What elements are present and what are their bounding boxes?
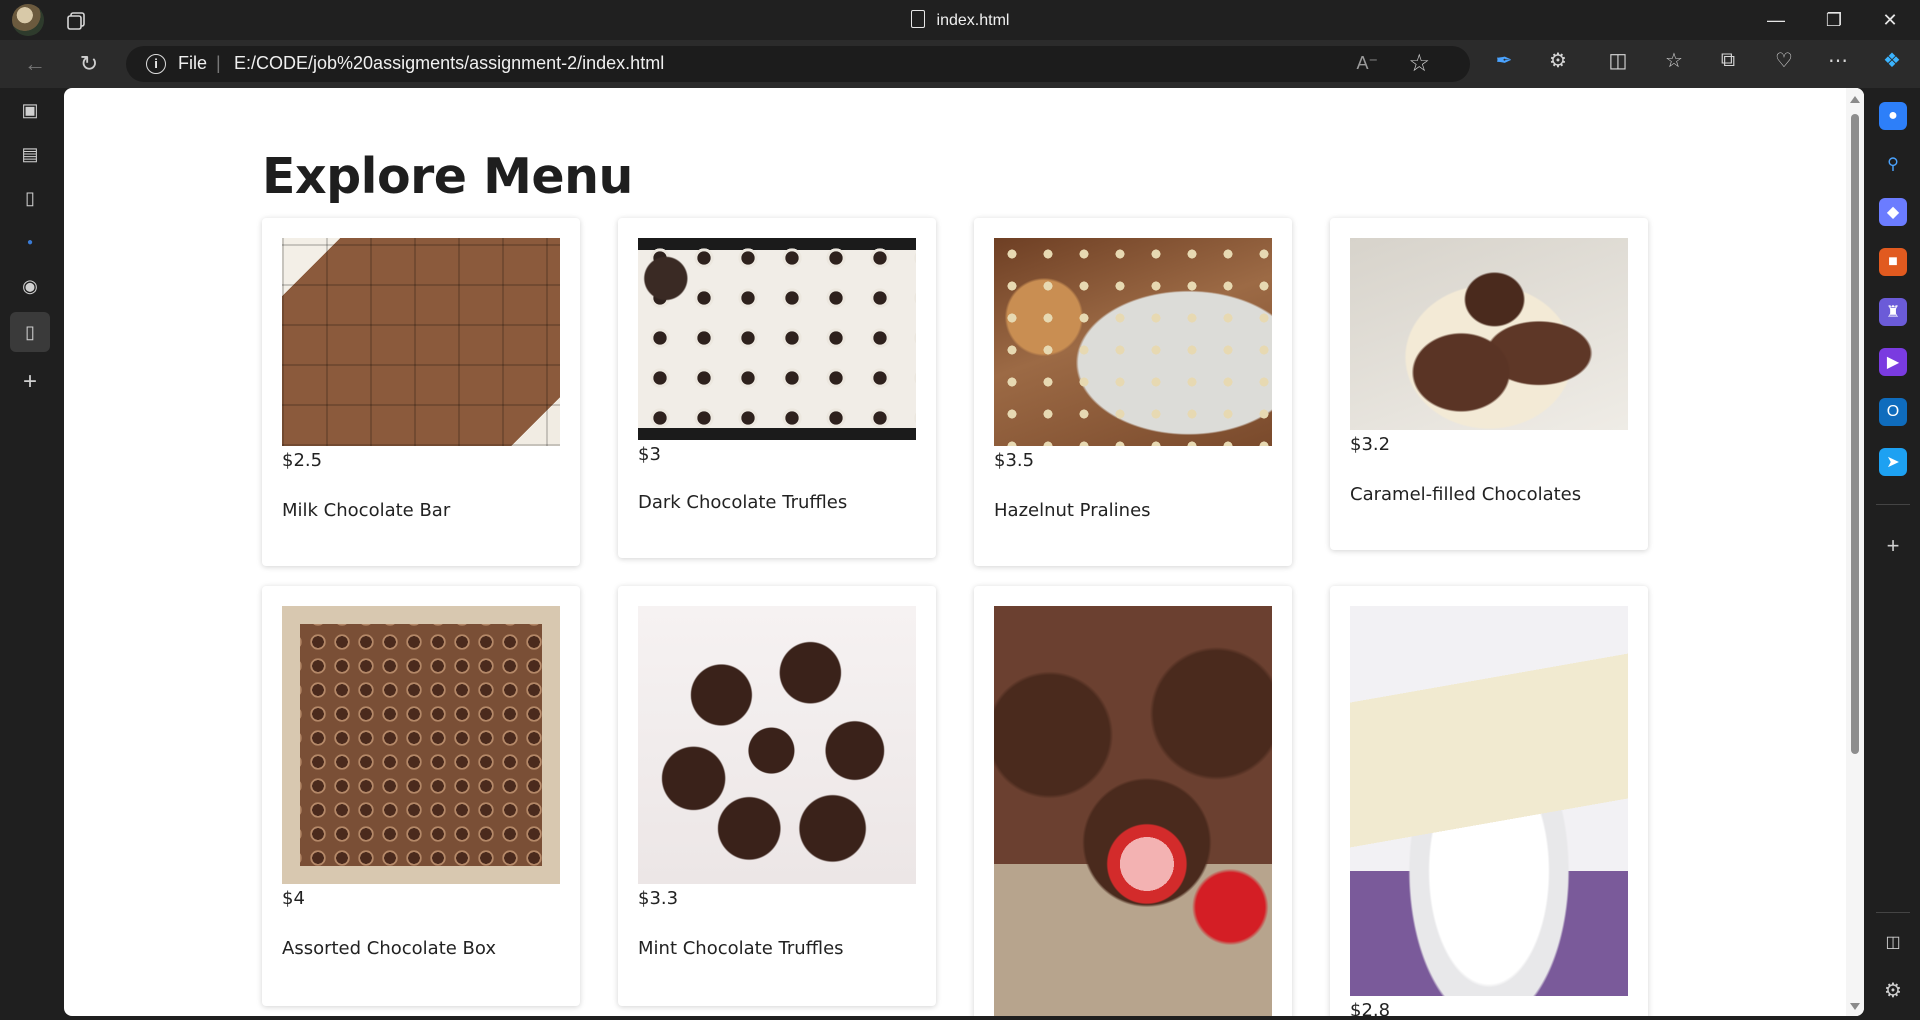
active-tab-document-icon[interactable]: ▯ xyxy=(10,312,50,352)
page-document-icon xyxy=(910,10,925,28)
menu-card[interactable]: $3.5 Hazelnut Pralines xyxy=(974,218,1292,566)
sidebar-divider xyxy=(1876,504,1910,505)
title-bar: index.html — ❐ ✕ xyxy=(0,0,1920,40)
tab-title-text: index.html xyxy=(936,12,1010,29)
item-name: Milk Chocolate Bar xyxy=(282,500,451,521)
sidebar-divider-bottom xyxy=(1876,912,1910,913)
navigation-bar: ← ↻ i File | E:/CODE/job%20assigments/as… xyxy=(0,40,1920,88)
outlook-icon[interactable]: O xyxy=(1879,398,1907,426)
white-chocolate-image xyxy=(1350,606,1628,996)
address-bar[interactable]: i File | E:/CODE/job%20assigments/assign… xyxy=(126,46,1470,82)
search-icon[interactable]: ⚲ xyxy=(1879,150,1907,178)
restore-button[interactable]: ❐ xyxy=(1806,0,1862,40)
copilot-button-icon[interactable]: ❖ xyxy=(1874,44,1910,76)
menu-card[interactable]: $2.5 Milk Chocolate Bar xyxy=(262,218,580,566)
assorted-box-image xyxy=(282,606,560,884)
cherry-chocolates-image xyxy=(994,606,1272,1016)
url-text[interactable]: E:/CODE/job%20assigments/assignment-2/in… xyxy=(234,53,664,74)
scheme-label: File xyxy=(178,53,208,73)
notifications-icon[interactable]: ● xyxy=(1879,102,1907,130)
workspaces-icon[interactable]: ▣ xyxy=(10,90,50,130)
new-tab-plus-icon[interactable]: + xyxy=(10,362,50,402)
refresh-button[interactable]: ↻ xyxy=(72,48,106,80)
games-icon[interactable]: ♜ xyxy=(1879,298,1907,326)
item-name: Hazelnut Pralines xyxy=(994,500,1151,521)
item-name: Caramel-filled Chocolates xyxy=(1350,484,1582,505)
item-price: $3.3 xyxy=(638,888,679,909)
pen-extension-icon[interactable]: ✒ xyxy=(1486,44,1522,76)
shopping-tag-icon[interactable]: ◆ xyxy=(1879,198,1907,226)
mint-truffles-image xyxy=(638,606,916,884)
copilot-icon[interactable]: ▶ xyxy=(1879,348,1907,376)
site-info-icon[interactable]: i xyxy=(146,54,166,74)
favorite-star-icon[interactable]: ☆ xyxy=(1408,49,1430,78)
milk-chocolate-image xyxy=(282,238,560,446)
item-price: $2.8 xyxy=(1350,1000,1391,1016)
item-name: Dark Chocolate Truffles xyxy=(638,492,848,513)
address-separator: | xyxy=(216,53,221,73)
vertical-tabs-bar: ▣ ▤ ▯ ● ◉ ▯ + xyxy=(0,88,62,1020)
search-tab-icon[interactable]: ● xyxy=(10,222,50,262)
page-viewport: Explore Menu $2.5 Milk Chocolate Bar $3 … xyxy=(64,88,1864,1016)
browser-essentials-icon[interactable]: ♡ xyxy=(1766,44,1802,76)
favorites-icon[interactable]: ☆ xyxy=(1656,44,1692,76)
extensions-puzzle-icon[interactable]: ⚙ xyxy=(1540,44,1576,76)
dark-truffles-image xyxy=(638,238,916,440)
close-window-button[interactable]: ✕ xyxy=(1862,0,1918,40)
caramel-chocolates-image xyxy=(1350,238,1628,430)
window-title: index.html xyxy=(0,10,1920,30)
item-name: Assorted Chocolate Box xyxy=(282,938,497,959)
scroll-up-arrow-icon[interactable] xyxy=(1850,96,1860,103)
downloads-icon[interactable]: ▤ xyxy=(10,134,50,174)
vertical-scrollbar[interactable] xyxy=(1846,88,1864,1016)
scrollbar-thumb[interactable] xyxy=(1851,114,1859,754)
minimize-button[interactable]: — xyxy=(1748,0,1804,40)
item-price: $2.5 xyxy=(282,450,323,471)
menu-card[interactable]: $3.2 Caramel-filled Chocolates xyxy=(1330,218,1648,550)
github-icon[interactable]: ◉ xyxy=(10,266,50,306)
item-name: Mint Chocolate Truffles xyxy=(638,938,844,959)
tools-icon[interactable]: ■ xyxy=(1879,248,1907,276)
send-icon[interactable]: ➤ xyxy=(1879,448,1907,476)
settings-gear-icon[interactable]: ⚙ xyxy=(1879,976,1907,1004)
split-screen-icon[interactable]: ◫ xyxy=(1600,44,1636,76)
sidebar-toggle-icon[interactable]: ◫ xyxy=(1879,928,1907,956)
hazelnut-pralines-image xyxy=(994,238,1272,446)
menu-card[interactable]: $3 Dark Chocolate Truffles xyxy=(618,218,936,558)
back-button[interactable]: ← xyxy=(18,48,52,80)
menu-card[interactable]: $3.3 Mint Chocolate Truffles xyxy=(618,586,936,1006)
item-price: $3 xyxy=(638,444,661,465)
menu-card[interactable]: $4 Assorted Chocolate Box xyxy=(262,586,580,1006)
document-icon[interactable]: ▯ xyxy=(10,178,50,218)
menu-card[interactable] xyxy=(974,586,1292,1016)
more-menu-icon[interactable]: ⋯ xyxy=(1820,44,1856,76)
add-icon[interactable]: + xyxy=(1879,532,1907,560)
item-price: $4 xyxy=(282,888,305,909)
item-price: $3.2 xyxy=(1350,434,1391,455)
scroll-down-arrow-icon[interactable] xyxy=(1850,1003,1860,1010)
collections-icon[interactable]: ⧉ xyxy=(1710,44,1746,76)
item-price: $3.5 xyxy=(994,450,1035,471)
read-aloud-icon[interactable]: A⁻ xyxy=(1356,53,1378,74)
menu-card[interactable]: $2.8 xyxy=(1330,586,1648,1016)
right-sidebar: ● ⚲ ◆ ■ ♜ ▶ O ➤ + ◫ ⚙ xyxy=(1866,88,1920,1020)
page-title: Explore Menu xyxy=(262,148,633,205)
